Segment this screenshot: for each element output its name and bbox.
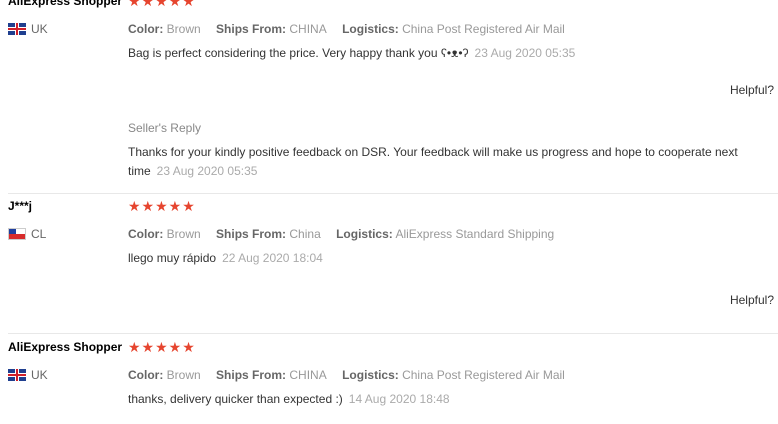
color-value: Brown bbox=[166, 227, 201, 241]
reviewer-country: UK bbox=[8, 368, 48, 382]
review-date: 22 Aug 2020 18:04 bbox=[222, 251, 323, 265]
review-text: Bag is perfect considering the price. Ve… bbox=[128, 46, 576, 60]
ships-from-value: CHINA bbox=[289, 22, 327, 36]
cl-flag-icon bbox=[8, 228, 26, 240]
reviewer-name: J***j bbox=[8, 199, 33, 213]
ships-from-value: CHINA bbox=[289, 368, 327, 382]
review-text: llego muy rápido 22 Aug 2020 18:04 bbox=[128, 251, 323, 265]
color-value: Brown bbox=[166, 368, 201, 382]
uk-flag-icon bbox=[8, 369, 26, 381]
review-text: thanks, delivery quicker than expected :… bbox=[128, 392, 450, 406]
rating-stars: ★★★★★ bbox=[128, 0, 196, 9]
country-code: UK bbox=[31, 368, 48, 382]
color-value: Brown bbox=[166, 22, 201, 36]
uk-flag-icon bbox=[8, 23, 26, 35]
order-info: Color: Brown Ships From: CHINA Logistics… bbox=[128, 368, 565, 382]
order-info: Color: Brown Ships From: CHINA Logistics… bbox=[128, 22, 565, 36]
divider bbox=[8, 193, 778, 194]
review-date: 14 Aug 2020 18:48 bbox=[348, 392, 450, 406]
country-code: UK bbox=[31, 22, 48, 36]
country-code: CL bbox=[31, 227, 47, 241]
reviewer-name: AliExpress Shopper bbox=[8, 0, 123, 8]
order-info: Color: Brown Ships From: China Logistics… bbox=[128, 227, 555, 241]
review-date: 23 Aug 2020 05:35 bbox=[474, 46, 576, 60]
ships-from-value: China bbox=[289, 227, 321, 241]
reviewer-name: AliExpress Shopper bbox=[8, 340, 123, 354]
reviewer-country: CL bbox=[8, 227, 46, 241]
rating-stars: ★★★★★ bbox=[128, 198, 196, 214]
logistics-value: China Post Registered Air Mail bbox=[402, 22, 565, 36]
logistics-value: AliExpress Standard Shipping bbox=[395, 227, 555, 241]
rating-stars: ★★★★★ bbox=[128, 339, 196, 355]
seller-reply-text: Thanks for your kindly positive feedback… bbox=[128, 145, 738, 178]
logistics-value: China Post Registered Air Mail bbox=[402, 368, 565, 382]
helpful-button[interactable]: Helpful? bbox=[730, 293, 774, 307]
helpful-button[interactable]: Helpful? bbox=[730, 83, 774, 97]
seller-reply-date: 23 Aug 2020 05:35 bbox=[156, 164, 258, 178]
reviewer-country: UK bbox=[8, 22, 48, 36]
divider bbox=[8, 333, 778, 334]
seller-reply-title: Seller's Reply bbox=[128, 121, 201, 135]
